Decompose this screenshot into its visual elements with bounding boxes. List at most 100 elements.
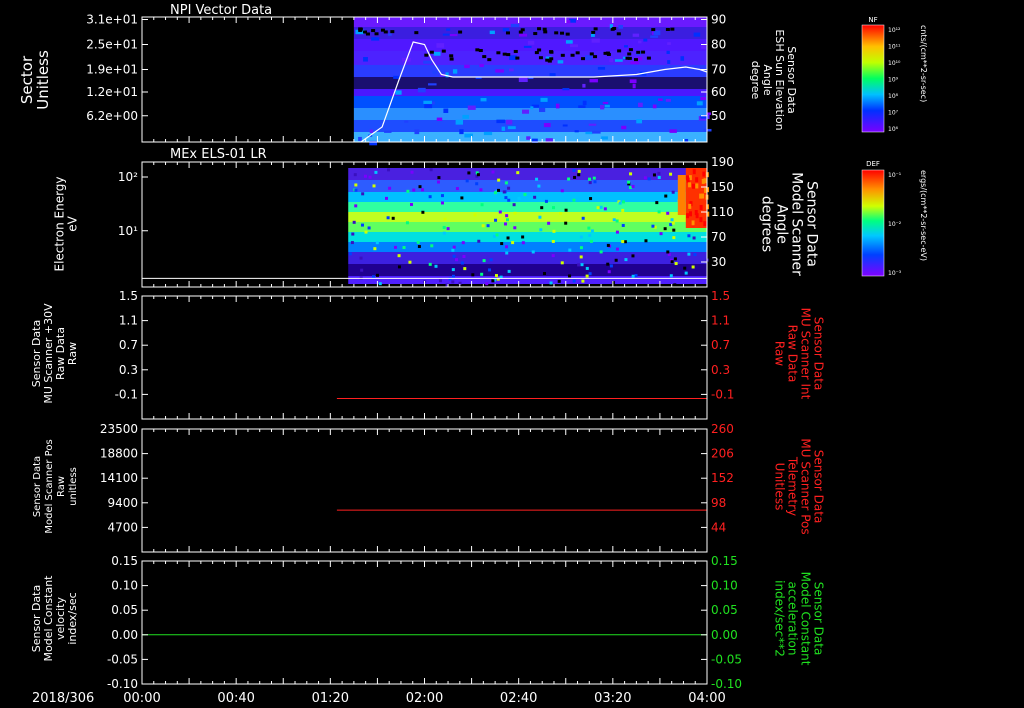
els-cell bbox=[703, 178, 707, 184]
els-cell bbox=[516, 171, 520, 175]
y-tick-label: 0.7 bbox=[119, 338, 138, 352]
els-cell bbox=[673, 283, 677, 287]
npi-cell bbox=[578, 105, 586, 108]
els-cell bbox=[560, 189, 564, 193]
model-const-yticks: 0.15 0.10 0.05 0.00 -0.05 -0.10 0.15 0.10 0.05 0.… bbox=[107, 554, 742, 691]
mu-int-panel: 1.5 1.1 0.7 0.3 -0.1 1.5 1.1 0.7 0.3 -0.1 Sensor … bbox=[30, 289, 826, 420]
els-cell bbox=[533, 195, 537, 199]
y-tick-label: 0.05 bbox=[111, 603, 138, 617]
els-cell bbox=[397, 254, 401, 258]
npi-cell bbox=[574, 130, 579, 133]
els-cell bbox=[376, 273, 380, 277]
axis-label-line: Unitless bbox=[34, 50, 52, 110]
els-band bbox=[348, 212, 707, 222]
npi-cell bbox=[612, 27, 617, 31]
npi-cell bbox=[371, 29, 376, 33]
npi-cell bbox=[480, 98, 487, 102]
els-cell bbox=[348, 252, 352, 256]
els-cell bbox=[429, 168, 433, 172]
els-cell bbox=[685, 175, 689, 181]
els-cell bbox=[493, 191, 497, 195]
els-cell bbox=[479, 188, 483, 192]
npi-cell bbox=[543, 123, 551, 128]
els-cell bbox=[581, 216, 585, 220]
els-cell bbox=[588, 233, 592, 237]
els-cell bbox=[452, 245, 456, 249]
npi-cell bbox=[424, 53, 429, 57]
npi-colorbar-ticks: 10¹² 10¹¹ 10¹⁰ 10⁹ 10⁸ 10⁷ 10⁶ bbox=[888, 27, 901, 133]
npi-cell bbox=[414, 31, 419, 35]
colorbar-tick-label: 10⁸ bbox=[888, 93, 899, 100]
els-cell bbox=[505, 245, 509, 249]
els-cell bbox=[440, 194, 444, 198]
els-cell bbox=[629, 172, 633, 176]
els-cell bbox=[666, 211, 670, 215]
els-cell bbox=[621, 200, 625, 204]
npi-cell bbox=[633, 58, 638, 62]
els-cell bbox=[663, 227, 667, 231]
els-cell bbox=[590, 229, 594, 233]
npi-cell bbox=[666, 50, 670, 54]
els-cell bbox=[669, 274, 673, 278]
npi-cell bbox=[441, 49, 446, 53]
npi-cell bbox=[429, 50, 434, 54]
npi-cell bbox=[537, 27, 542, 31]
els-cell bbox=[354, 183, 358, 187]
els-ylabel-right: Sensor DataModel ScannerAngledegrees bbox=[759, 172, 820, 276]
els-cell bbox=[538, 215, 542, 219]
axis-label-line: Model Scanner Pos bbox=[44, 439, 55, 533]
els-cell bbox=[353, 173, 357, 177]
model-const-panel: 0.15 0.10 0.05 0.00 -0.05 -0.10 0.15 0.10 0.05 0.… bbox=[30, 554, 826, 691]
npi-cell bbox=[449, 57, 454, 61]
npi-cell bbox=[404, 120, 409, 123]
npi-cell bbox=[487, 58, 492, 62]
npi-cell bbox=[482, 55, 487, 59]
mu-int-ylabel: Sensor Data MU Scanner +30V Raw Data Raw bbox=[30, 303, 79, 404]
els-colorbar-unit: ergs/(cm**2-sr-sec-eV) bbox=[919, 170, 928, 261]
y-tick-label: 14100 bbox=[100, 471, 138, 485]
npi-cell bbox=[604, 104, 610, 108]
npi-cell bbox=[641, 50, 646, 54]
els-cell bbox=[587, 226, 591, 230]
npi-cell bbox=[513, 49, 518, 53]
model-const-frame bbox=[141, 560, 708, 685]
npi-cell bbox=[452, 69, 458, 74]
npi-cell bbox=[433, 51, 441, 56]
els-cell bbox=[430, 244, 434, 248]
els-cell bbox=[495, 233, 499, 237]
els-cell bbox=[455, 258, 459, 262]
els-cell bbox=[386, 216, 390, 220]
els-cell bbox=[505, 214, 509, 218]
els-cell bbox=[615, 230, 619, 234]
npi-cell bbox=[667, 60, 671, 64]
npi-cell bbox=[496, 51, 501, 55]
y-tick-label-right: 150 bbox=[711, 180, 734, 194]
els-band bbox=[348, 202, 707, 212]
els-cell bbox=[373, 247, 377, 251]
els-cell bbox=[580, 263, 584, 267]
npi-cell bbox=[643, 38, 648, 42]
y-tick-label: 9400 bbox=[107, 496, 138, 510]
npi-cell bbox=[545, 58, 550, 62]
els-cell bbox=[360, 223, 364, 227]
els-panel: MEx ELS-01 LR 10² 10¹ 190 150 110 70 30 Electr… bbox=[53, 147, 928, 288]
npi-cell bbox=[680, 56, 685, 61]
npi-colorbar-title: NF bbox=[868, 16, 877, 24]
els-cell bbox=[503, 222, 507, 226]
els-band bbox=[348, 180, 707, 192]
els-cell bbox=[363, 174, 367, 178]
mu-int-yticks: 1.5 1.1 0.7 0.3 -0.1 1.5 1.1 0.7 0.3 -0.1 bbox=[115, 289, 735, 401]
els-cell bbox=[542, 272, 546, 276]
npi-cell bbox=[383, 30, 388, 34]
y-tick-label: 6.2e+00 bbox=[86, 109, 138, 123]
y-tick-label: 18800 bbox=[100, 447, 138, 461]
els-cell bbox=[564, 208, 568, 212]
npi-cell bbox=[523, 45, 532, 48]
els-cell bbox=[579, 246, 583, 250]
els-cell bbox=[572, 168, 576, 172]
y-tick-label: 1.2e+01 bbox=[86, 85, 138, 99]
colorbar-tick-label: 10¹⁰ bbox=[888, 60, 901, 67]
axis-label-line: unitless bbox=[68, 467, 79, 506]
els-cell bbox=[391, 216, 395, 220]
els-cell bbox=[351, 232, 355, 236]
